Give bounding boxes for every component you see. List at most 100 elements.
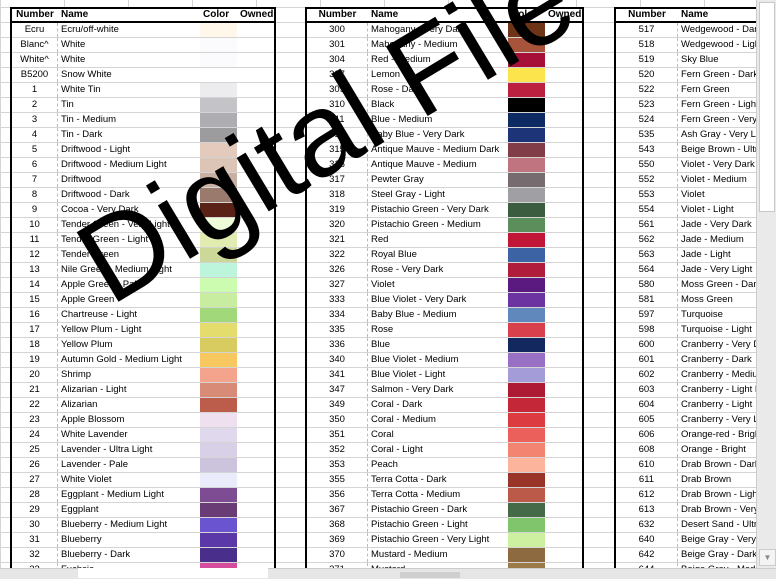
owned-cell[interactable]: [237, 518, 274, 532]
sheet-tab-area[interactable]: [78, 568, 268, 578]
owned-cell[interactable]: [237, 68, 274, 82]
owned-cell[interactable]: [237, 38, 274, 52]
thread-name: Sky Blue: [681, 54, 719, 65]
owned-cell[interactable]: [545, 473, 582, 487]
owned-cell[interactable]: [545, 398, 582, 412]
owned-cell[interactable]: [545, 278, 582, 292]
owned-cell[interactable]: [545, 143, 582, 157]
owned-cell[interactable]: [237, 143, 274, 157]
color-swatch: [508, 98, 545, 112]
thread-number: 604: [616, 398, 678, 412]
owned-cell[interactable]: [237, 338, 274, 352]
horizontal-scroll-thumb[interactable]: [400, 572, 460, 578]
owned-cell[interactable]: [237, 248, 274, 262]
owned-cell[interactable]: [545, 518, 582, 532]
owned-cell[interactable]: [545, 68, 582, 82]
owned-cell[interactable]: [237, 173, 274, 187]
owned-cell[interactable]: [545, 173, 582, 187]
table-row: 341 Blue Violet - Light: [307, 368, 582, 383]
owned-cell[interactable]: [545, 443, 582, 457]
owned-cell[interactable]: [237, 218, 274, 232]
owned-cell[interactable]: [237, 398, 274, 412]
owned-cell[interactable]: [545, 428, 582, 442]
owned-cell[interactable]: [545, 23, 582, 37]
thread-number: 597: [616, 308, 678, 322]
owned-cell[interactable]: [237, 293, 274, 307]
owned-cell[interactable]: [237, 113, 274, 127]
scroll-down-arrow-icon[interactable]: ▼: [759, 549, 776, 566]
owned-cell[interactable]: [237, 428, 274, 442]
owned-cell[interactable]: [545, 533, 582, 547]
vertical-scrollbar[interactable]: ▼: [756, 0, 776, 568]
owned-cell[interactable]: [237, 488, 274, 502]
owned-cell[interactable]: [545, 128, 582, 142]
thread-name: White Lavender: [61, 429, 128, 440]
owned-cell[interactable]: [237, 53, 274, 67]
owned-cell[interactable]: [545, 38, 582, 52]
owned-cell[interactable]: [545, 248, 582, 262]
table-row: 310 Black: [307, 98, 582, 113]
owned-cell[interactable]: [237, 263, 274, 277]
owned-cell[interactable]: [545, 308, 582, 322]
owned-cell[interactable]: [545, 113, 582, 127]
owned-cell[interactable]: [237, 473, 274, 487]
thread-name: Fern Green - Light: [681, 99, 758, 110]
owned-cell[interactable]: [237, 368, 274, 382]
color-swatch: [200, 23, 237, 37]
owned-cell[interactable]: [237, 413, 274, 427]
owned-cell[interactable]: [545, 83, 582, 97]
owned-cell[interactable]: [237, 278, 274, 292]
table-row: 518 Wedgewood - Light: [616, 38, 758, 53]
owned-cell[interactable]: [545, 98, 582, 112]
owned-cell[interactable]: [237, 533, 274, 547]
table-row: 597 Turquoise: [616, 308, 758, 323]
owned-cell[interactable]: [237, 323, 274, 337]
owned-cell[interactable]: [545, 323, 582, 337]
table-row: 353 Peach: [307, 458, 582, 473]
owned-cell[interactable]: [545, 488, 582, 502]
owned-cell[interactable]: [237, 548, 274, 562]
thread-name: Jade - Medium: [681, 234, 744, 245]
owned-cell[interactable]: [237, 98, 274, 112]
owned-cell[interactable]: [237, 308, 274, 322]
owned-cell[interactable]: [237, 233, 274, 247]
owned-cell[interactable]: [545, 458, 582, 472]
owned-cell[interactable]: [237, 158, 274, 172]
table-row: 316 Antique Mauve - Medium: [307, 158, 582, 173]
owned-cell[interactable]: [237, 458, 274, 472]
owned-cell[interactable]: [237, 83, 274, 97]
thread-number: 333: [307, 293, 368, 307]
owned-cell[interactable]: [237, 188, 274, 202]
owned-cell[interactable]: [545, 293, 582, 307]
owned-cell[interactable]: [545, 383, 582, 397]
color-swatch: [200, 293, 237, 307]
thread-name: Pistachio Green - Very Dark: [371, 204, 489, 215]
vertical-scroll-thumb[interactable]: [759, 2, 775, 212]
owned-cell[interactable]: [545, 368, 582, 382]
owned-cell[interactable]: [545, 353, 582, 367]
owned-cell[interactable]: [545, 338, 582, 352]
owned-cell[interactable]: [237, 353, 274, 367]
table-row: 613Drab Brown - Very Light: [616, 503, 758, 518]
owned-cell[interactable]: [545, 188, 582, 202]
owned-cell[interactable]: [237, 383, 274, 397]
owned-cell[interactable]: [237, 128, 274, 142]
owned-cell[interactable]: [545, 53, 582, 67]
owned-cell[interactable]: [545, 413, 582, 427]
owned-cell[interactable]: [237, 443, 274, 457]
color-swatch: [508, 113, 545, 127]
thread-name: Tender Green - Light: [61, 234, 149, 245]
thread-name: Driftwood - Dark: [61, 189, 130, 200]
owned-cell[interactable]: [237, 203, 274, 217]
thread-number: 9: [12, 203, 58, 217]
owned-cell[interactable]: [545, 548, 582, 562]
owned-cell[interactable]: [545, 503, 582, 517]
owned-cell[interactable]: [237, 503, 274, 517]
owned-cell[interactable]: [545, 233, 582, 247]
owned-cell[interactable]: [545, 218, 582, 232]
owned-cell[interactable]: [545, 263, 582, 277]
owned-cell[interactable]: [545, 158, 582, 172]
owned-cell[interactable]: [237, 23, 274, 37]
header-name: Name: [61, 9, 89, 20]
owned-cell[interactable]: [545, 203, 582, 217]
